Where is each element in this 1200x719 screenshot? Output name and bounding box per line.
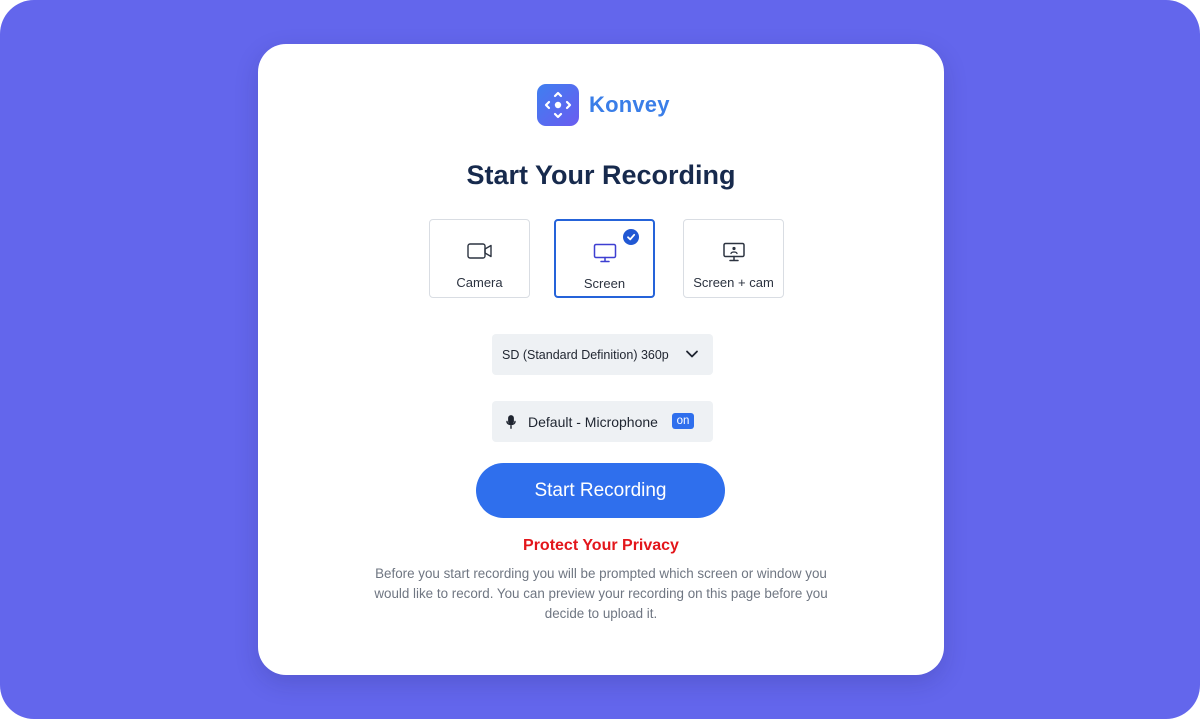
microphone-select[interactable]: Default - Microphone on [492, 401, 713, 442]
mode-screen-cam[interactable]: Screen + cam [683, 219, 784, 298]
mode-label: Camera [456, 275, 503, 290]
microphone-label: Default - Microphone [528, 413, 658, 430]
privacy-title: Protect Your Privacy [523, 537, 679, 554]
privacy-text: Before you start recording you will be p… [374, 566, 828, 621]
video-camera-icon [430, 242, 529, 264]
page-background: Konvey Start Your Recording Camera Scree… [0, 0, 1200, 719]
page-title: Start Your Recording [466, 160, 736, 190]
quality-select[interactable]: SD (Standard Definition) 360p [492, 334, 713, 375]
chevron-down-icon [685, 347, 699, 366]
recording-card: Konvey Start Your Recording Camera Scree… [258, 44, 944, 675]
mode-label: Screen + cam [693, 275, 774, 290]
logo-icon [537, 84, 579, 126]
monitor-icon [556, 243, 653, 265]
microphone-status-badge: on [672, 413, 694, 429]
mode-camera[interactable]: Camera [429, 219, 530, 298]
mode-label: Screen [583, 276, 626, 291]
start-recording-button[interactable]: Start Recording [476, 463, 725, 518]
quality-value: SD (Standard Definition) 360p [502, 347, 669, 362]
mode-screen[interactable]: Screen [554, 219, 655, 298]
brand: Konvey [537, 84, 670, 126]
screen-cam-icon [684, 242, 783, 264]
microphone-icon [506, 414, 516, 429]
brand-name: Konvey [589, 92, 670, 117]
